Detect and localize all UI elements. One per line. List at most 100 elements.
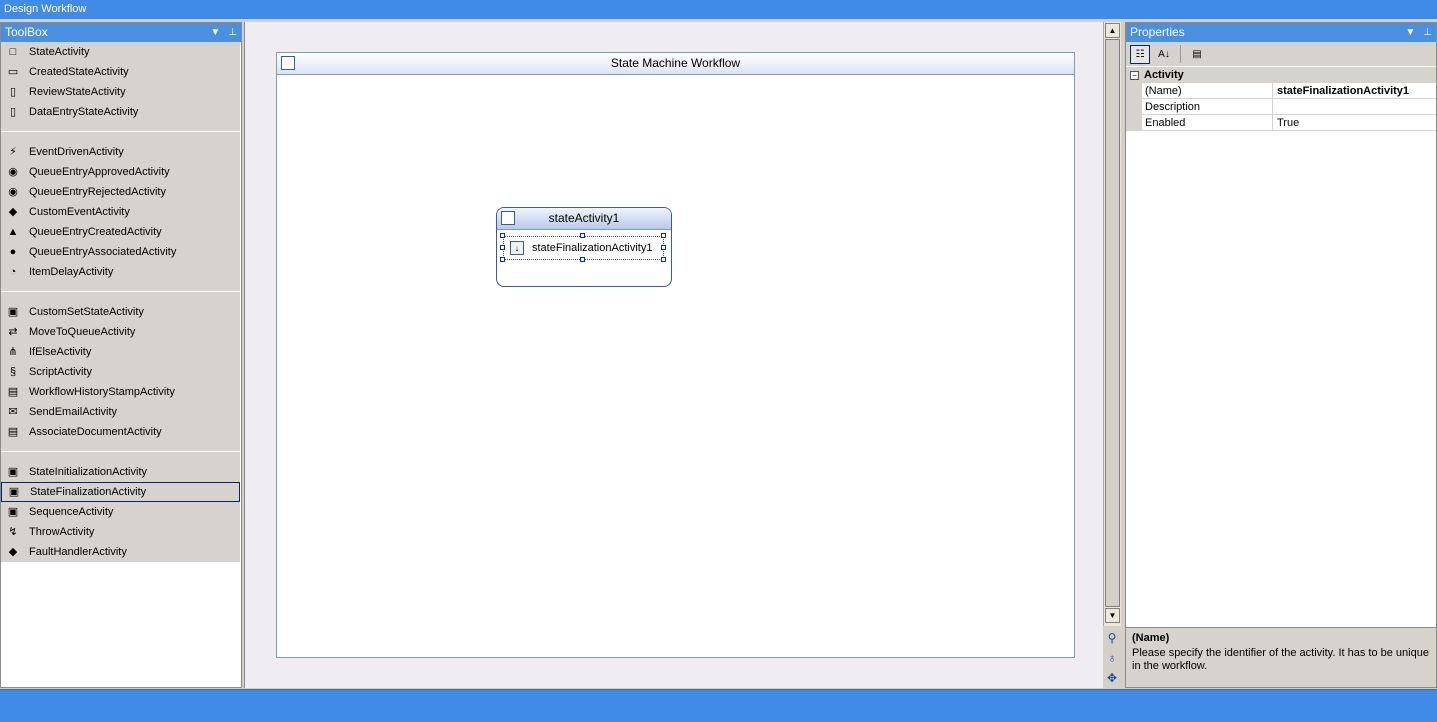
categorized-icon[interactable]: ☷: [1130, 44, 1150, 64]
pin-icon[interactable]: ⊥: [228, 23, 237, 42]
state-title: stateActivity1: [548, 211, 620, 225]
dropdown-icon[interactable]: ▼: [1405, 23, 1415, 42]
toolbox-item[interactable]: ▣ StateFinalizationActivity: [1, 482, 240, 502]
activity-icon: ▭: [7, 66, 19, 78]
toolbox-item[interactable]: ◆ CustomEventActivity: [1, 202, 240, 222]
scroll-thumb[interactable]: [1105, 39, 1120, 607]
toolbox-item-label: CustomSetStateActivity: [29, 306, 144, 318]
selection-handle[interactable]: [500, 233, 505, 238]
state-activity[interactable]: stateActivity1 ↓ stateFinalizationActivi…: [496, 207, 672, 287]
activity-icon: ▲: [7, 226, 19, 238]
activity-icon: ▯: [9, 106, 17, 118]
property-category[interactable]: − Activity: [1126, 67, 1436, 83]
property-value[interactable]: [1273, 99, 1436, 114]
state-machine-workflow[interactable]: State Machine Workflow stateActivity1 ↓ …: [276, 52, 1075, 658]
dropdown-icon[interactable]: ▼: [210, 23, 220, 42]
toolbox-item-label: EventDrivenActivity: [29, 146, 124, 158]
selection-handle[interactable]: [661, 233, 666, 238]
workflow-icon: [281, 56, 295, 70]
property-value[interactable]: stateFinalizationActivity1: [1273, 83, 1436, 98]
toolbox-item-label: QueueEntryRejectedActivity: [29, 186, 166, 198]
toolbox-item[interactable]: □ StateActivity: [1, 42, 240, 62]
toolbox-item-label: QueueEntryApprovedActivity: [29, 166, 170, 178]
property-name: (Name): [1142, 83, 1273, 98]
description-title: (Name): [1132, 632, 1170, 644]
toolbox-item[interactable]: ⋔ IfElseActivity: [1, 342, 240, 362]
toolbar-separator: [1180, 45, 1181, 63]
finalization-icon: ↓: [510, 241, 524, 255]
toolbox-item[interactable]: ▲ QueueEntryCreatedActivity: [1, 222, 240, 242]
properties-header: Properties ▼ ⊥: [1126, 23, 1436, 42]
selection-handle[interactable]: [661, 257, 666, 262]
workflow-title: State Machine Workflow: [610, 56, 741, 70]
toolbox-item[interactable]: ✉ SendEmailActivity: [1, 402, 240, 422]
property-gutter: [1126, 99, 1142, 114]
designer-vertical-scrollbar[interactable]: ▲ ▼: [1103, 22, 1121, 626]
selection-handle[interactable]: [661, 245, 666, 250]
properties-panel: Properties ▼ ⊥ ☷ A↓ ▤ − Activity (Name) s…: [1125, 22, 1437, 688]
pin-icon[interactable]: ⊥: [1423, 23, 1432, 42]
scroll-up-icon[interactable]: ▲: [1105, 23, 1120, 38]
selection-handle[interactable]: [500, 245, 505, 250]
toolbox-item-label: ReviewStateActivity: [29, 86, 126, 98]
toolbox-item-label: SendEmailActivity: [29, 406, 118, 418]
activity-icon: ▤: [7, 386, 19, 398]
toolbox-item-label: QueueEntryCreatedActivity: [29, 226, 162, 238]
activity-icon: ▣: [7, 506, 19, 518]
toolbox-item[interactable]: ◆ FaultHandlerActivity: [1, 542, 240, 562]
toolbox-header: ToolBox ▼ ⊥: [1, 23, 241, 42]
property-pages-icon[interactable]: ▤: [1187, 45, 1207, 64]
toolbox-item-label: SequenceActivity: [29, 506, 114, 518]
activity-icon: ◉: [8, 166, 18, 178]
toolbox-item[interactable]: § ScriptActivity: [1, 362, 240, 382]
toolbox-panel: ToolBox ▼ ⊥ □ StateActivity ▭ CreatedStateA…: [0, 22, 242, 688]
pan-icon[interactable]: ✥: [1103, 668, 1121, 688]
activity-icon: ▣: [7, 466, 19, 478]
property-value[interactable]: True: [1273, 115, 1436, 130]
toolbox-item[interactable]: ⇄ MoveToQueueActivity: [1, 322, 240, 342]
zoom-icon[interactable]: ⚲: [1103, 628, 1121, 648]
toolbox-item-label: QueueEntryAssociatedActivity: [29, 246, 177, 258]
toolbox-item[interactable]: ◉ QueueEntryRejectedActivity: [1, 182, 240, 202]
property-row[interactable]: Description: [1126, 99, 1436, 115]
toolbox-item[interactable]: ▭ CreatedStateActivity: [1, 62, 240, 82]
toolbox-item[interactable]: ▤ AssociateDocumentActivity: [1, 422, 240, 442]
toolbox-item[interactable]: ↯ ThrowActivity: [1, 522, 240, 542]
toolbox-item-label: ThrowActivity: [29, 526, 95, 538]
property-row[interactable]: (Name) stateFinalizationActivity1: [1126, 83, 1436, 99]
toolbox-item-label: ItemDelayActivity: [29, 266, 114, 278]
property-grid: (Name) stateFinalizationActivity1 Descript…: [1126, 83, 1436, 131]
toolbox-item[interactable]: ▣ SequenceActivity: [1, 502, 240, 522]
state-icon: [501, 211, 515, 225]
toolbox-item[interactable]: ◔ ItemDelayActivity: [1, 262, 240, 282]
toolbox-item[interactable]: ▤ WorkflowHistoryStampActivity: [1, 382, 240, 402]
selection-handle[interactable]: [500, 257, 505, 262]
selection-handle[interactable]: [580, 233, 585, 238]
activity-icon: ✉: [8, 406, 18, 418]
collapse-icon[interactable]: −: [1130, 70, 1139, 80]
toolbox-item[interactable]: ● QueueEntryAssociatedActivity: [1, 242, 240, 262]
designer-surface[interactable]: State Machine Workflow stateActivity1 ↓ …: [244, 22, 1103, 688]
toolbox-item-label: StateFinalizationActivity: [30, 486, 147, 498]
property-name: Description: [1142, 99, 1273, 114]
alphabetical-icon[interactable]: A↓: [1154, 45, 1174, 64]
toolbox-title: ToolBox: [5, 25, 48, 39]
scroll-down-icon[interactable]: ▼: [1105, 608, 1120, 623]
activity-icon: ▣: [7, 306, 19, 318]
property-gutter: [1126, 115, 1142, 130]
activity-icon: ◉: [8, 186, 18, 198]
toolbox-item[interactable]: ▯ ReviewStateActivity: [1, 82, 240, 102]
find-icon[interactable]: ♁: [1103, 648, 1121, 668]
selection-handle[interactable]: [580, 257, 585, 262]
state-header: stateActivity1: [497, 208, 671, 230]
toolbox-item[interactable]: ◉ QueueEntryApprovedActivity: [1, 162, 240, 182]
toolbox-separator: [1, 122, 240, 142]
activity-icon: ⚡: [9, 146, 17, 158]
toolbox-item[interactable]: ▯ DataEntryStateActivity: [1, 102, 240, 122]
activity-icon: ◆: [8, 546, 18, 558]
toolbox-item[interactable]: ⚡ EventDrivenActivity: [1, 142, 240, 162]
toolbox-item[interactable]: ▣ CustomSetStateActivity: [1, 302, 240, 322]
property-description: (Name) Please specify the identifier of …: [1126, 627, 1436, 687]
toolbox-item[interactable]: ▣ StateInitializationActivity: [1, 462, 240, 482]
property-row[interactable]: Enabled True: [1126, 115, 1436, 131]
